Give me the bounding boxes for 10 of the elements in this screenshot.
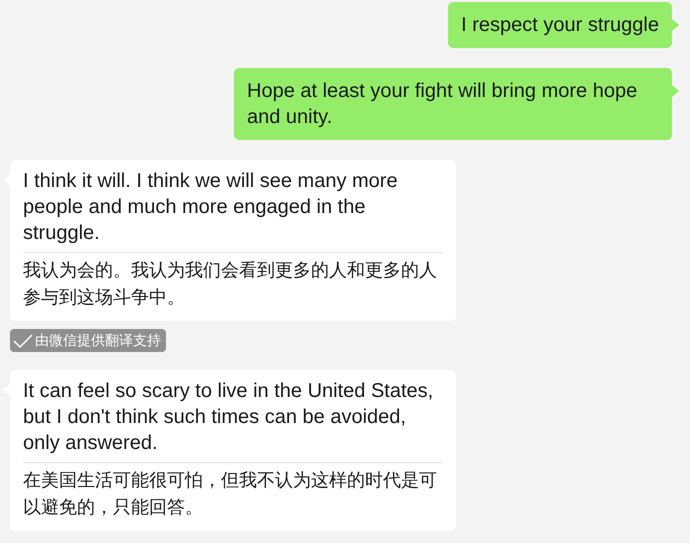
- bubble-tail: [672, 19, 679, 31]
- message-text: I think it will. I think we will see many more people and much more engaged in the struggle.: [23, 169, 399, 246]
- translation-text: 在美国生活可能很可怕，但我不认为这样的时代是可以避免的，只能回答。: [23, 462, 443, 521]
- translation-text: 我认为会的。我认为我们会看到更多的人和更多的人参与到这场斗争中。: [23, 252, 443, 311]
- message-bubble: Hope at least your fight will bring more hope and unity.: [234, 68, 672, 140]
- check-icon: [13, 334, 33, 348]
- message-bubble: I respect your struggle: [448, 2, 672, 48]
- message-text: It can feel so scary to live in the United States, but I don't think such times can be avoided, only answered.: [23, 379, 434, 456]
- badge-text: 由微信提供翻译支持: [35, 331, 161, 350]
- bubble-tail: [672, 85, 679, 97]
